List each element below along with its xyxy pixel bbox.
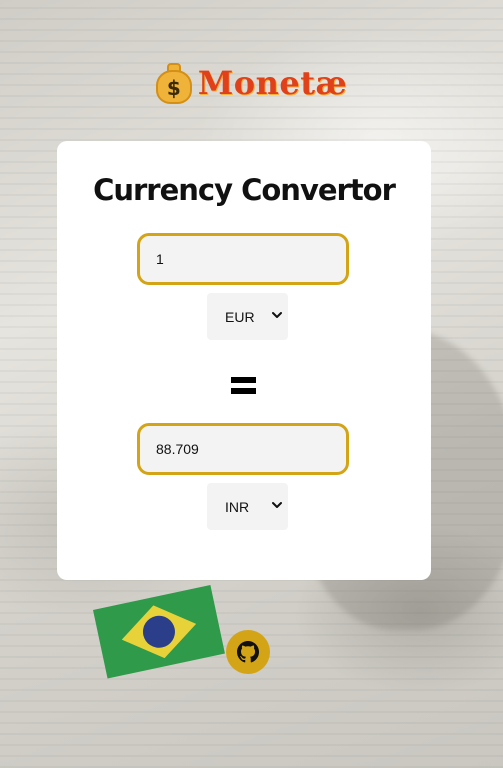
page-title: Currency Convertor bbox=[93, 173, 396, 207]
chevron-down-icon bbox=[272, 312, 282, 318]
from-currency-value: EUR bbox=[225, 308, 255, 325]
github-button[interactable] bbox=[226, 630, 270, 674]
to-currency-value: INR bbox=[225, 498, 250, 515]
github-icon bbox=[237, 641, 259, 663]
dollar-sign: $ bbox=[166, 76, 181, 100]
from-amount-input[interactable] bbox=[137, 233, 349, 285]
to-currency-select[interactable]: INR bbox=[207, 483, 288, 530]
brand-name: Monetæ bbox=[197, 64, 348, 102]
from-currency-select[interactable]: EUR bbox=[207, 293, 288, 340]
brand-logo: $ Monetæ bbox=[0, 62, 503, 104]
chevron-down-icon bbox=[272, 502, 282, 508]
to-amount-input[interactable] bbox=[137, 423, 349, 475]
equals-sign bbox=[231, 377, 256, 397]
money-bag-icon: $ bbox=[155, 62, 192, 104]
